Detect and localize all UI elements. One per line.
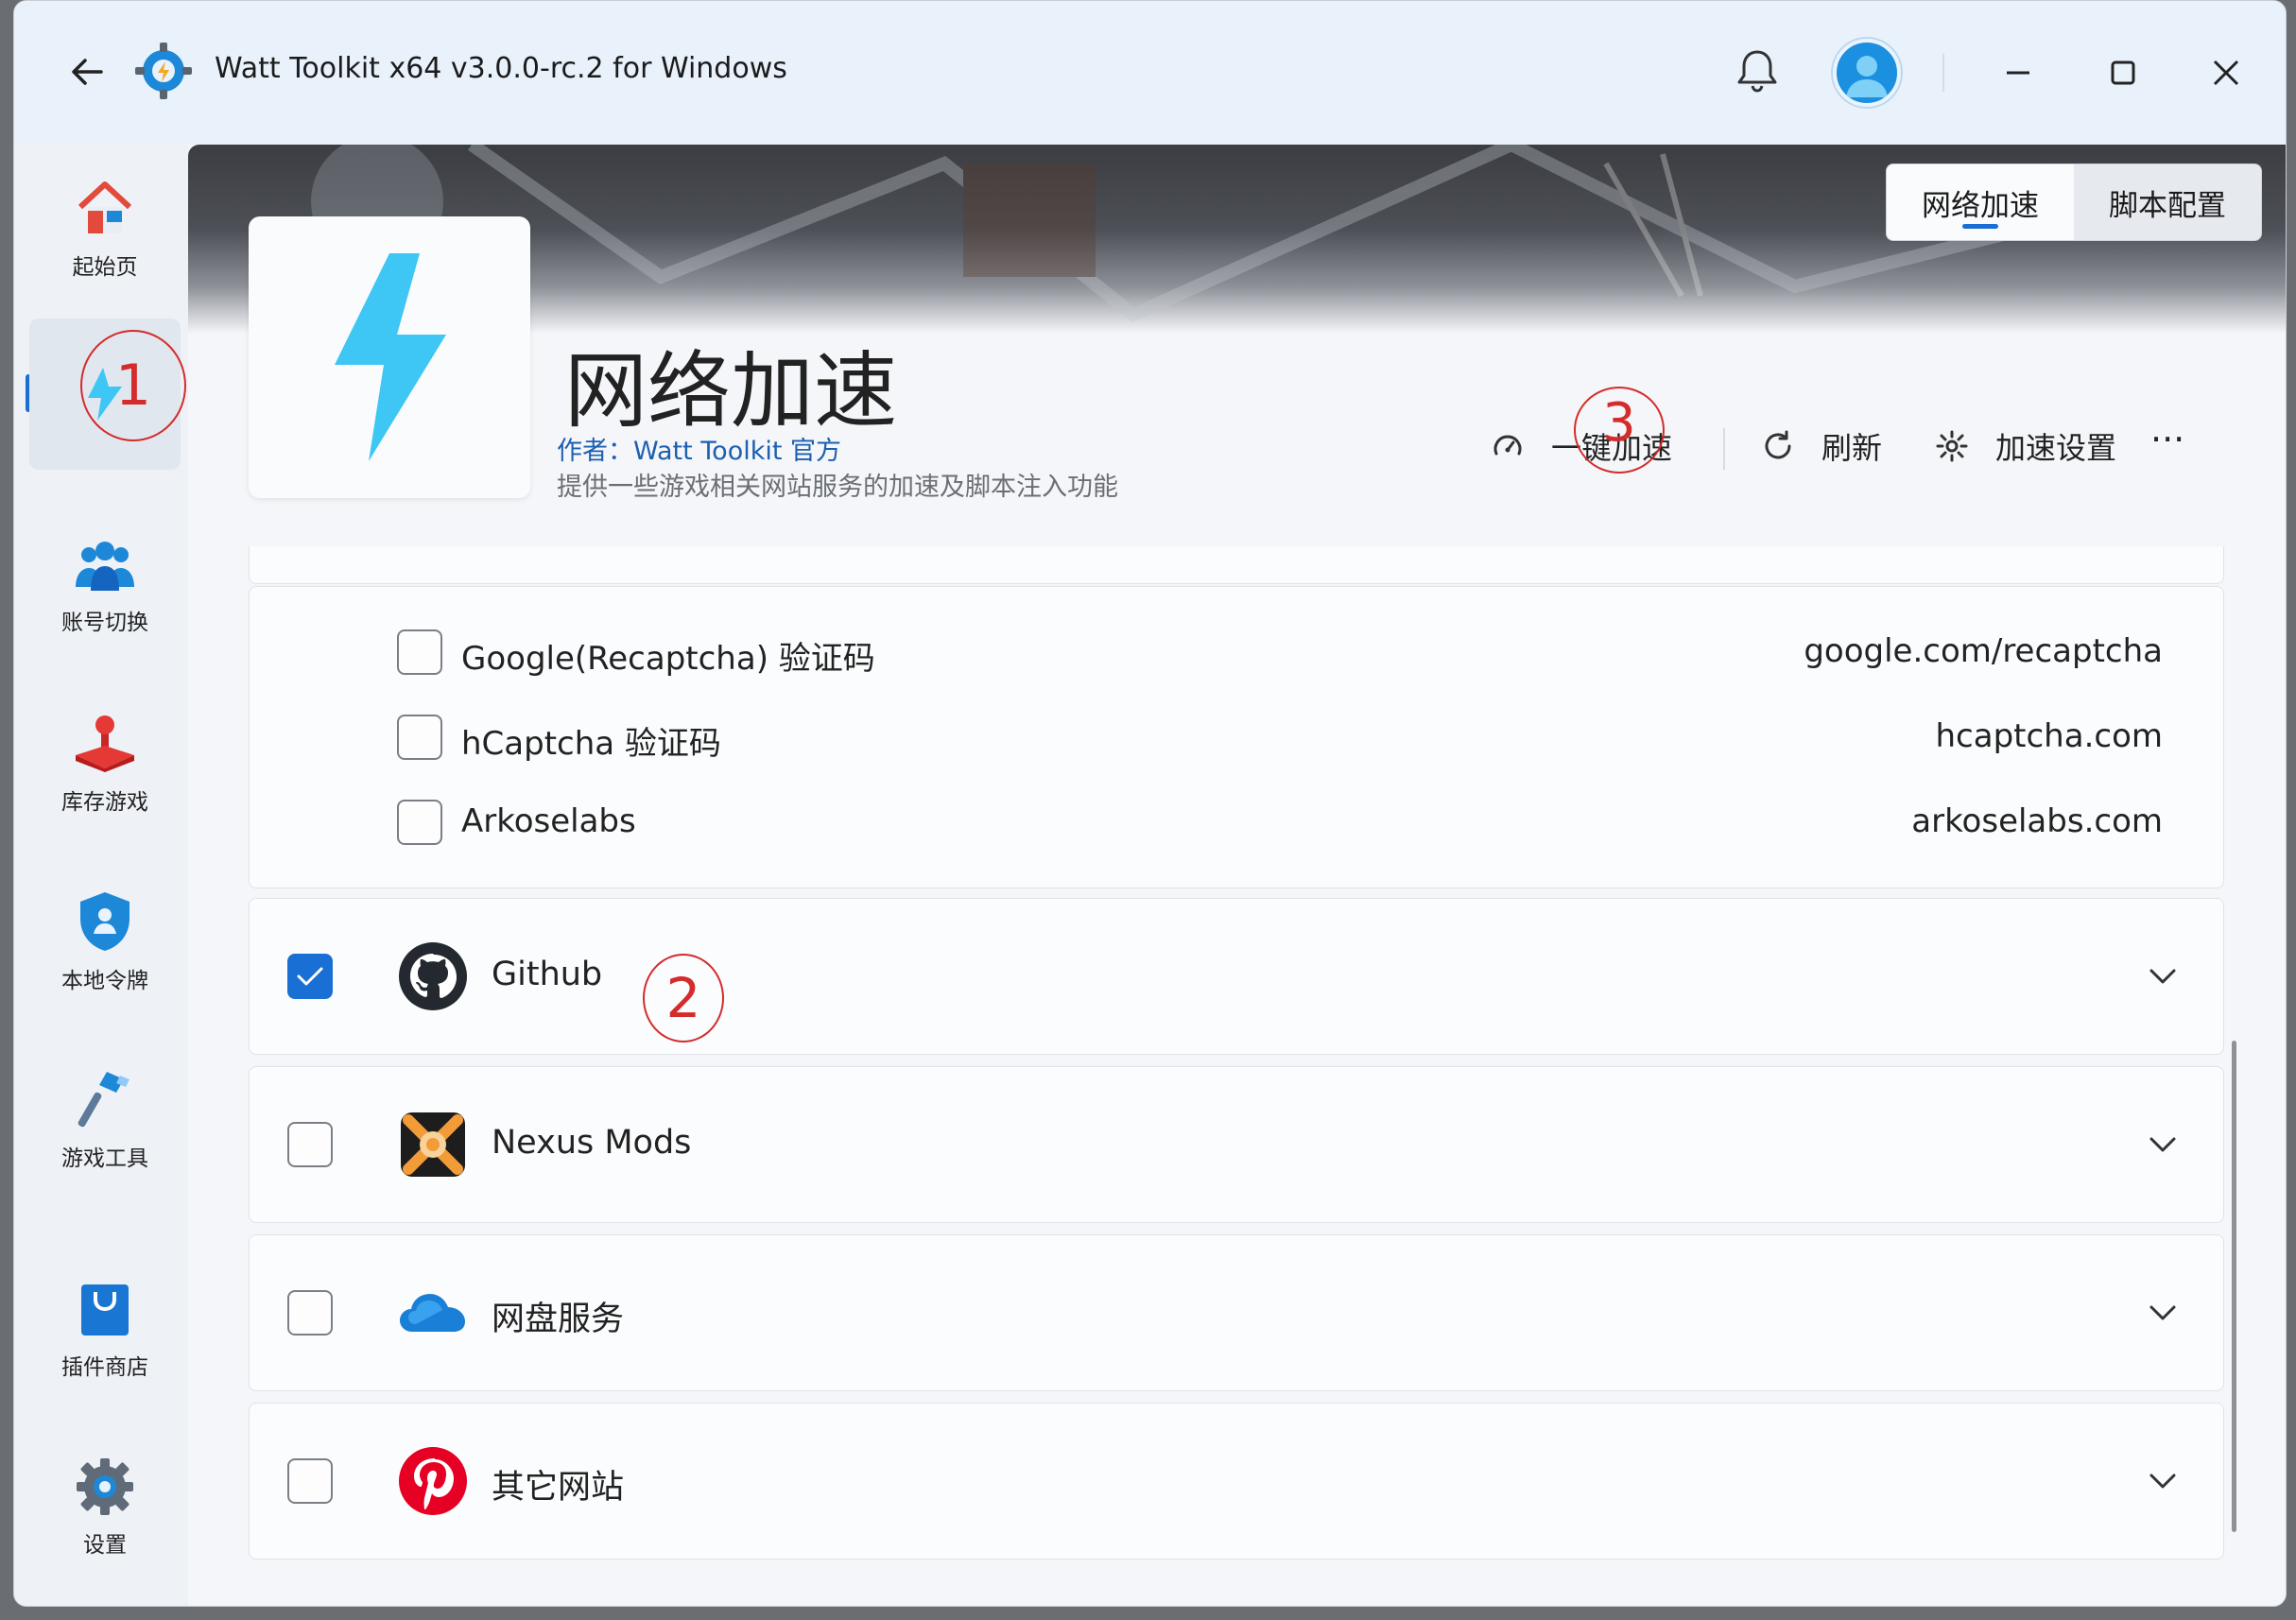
annotation-marker-1: 1 [80,330,186,441]
home-icon [78,181,132,233]
subitem-checkbox[interactable] [397,715,442,760]
users-icon [76,542,134,591]
chevron-down-icon[interactable] [2144,1126,2182,1163]
subitem-checkbox[interactable] [397,800,442,845]
list-panel-top [249,546,2224,584]
group-nexus-mods[interactable]: Nexus Mods [249,1066,2224,1223]
list-item[interactable]: Google(Recaptcha) 验证码 google.com/recaptc… [250,610,2223,695]
cloud-icon [397,1277,469,1349]
sidebar-item-label: 插件商店 [61,1355,148,1380]
subitem-name: Arkoselabs [461,802,636,840]
author-link[interactable]: 作者：Watt Toolkit 官方 [557,430,841,467]
group-checkbox[interactable] [287,1122,333,1167]
chevron-down-icon[interactable] [2144,957,2182,995]
back-button[interactable] [63,48,111,95]
annotation-marker-3: 3 [1574,387,1665,474]
group-name: Nexus Mods [492,1124,692,1162]
pinterest-icon [397,1445,469,1517]
chevron-down-icon[interactable] [2144,1294,2182,1332]
maximize-icon [2111,60,2135,85]
group-name: Github [492,956,603,993]
accelerate-settings-button[interactable]: 加速设置 [1935,424,2116,468]
subitem-host: hcaptcha.com [1935,717,2164,755]
sidebar-item-label: 起始页 [72,255,138,280]
speedometer-icon [1493,435,1522,456]
window-title: Watt Toolkit x64 v3.0.0-rc.2 for Windows [215,52,787,85]
gear-icon [77,1458,133,1515]
group-checkbox[interactable] [287,954,333,999]
more-options-button[interactable]: ··· [2150,419,2184,460]
app-window: Watt Toolkit x64 v3.0.0-rc.2 for Windows… [13,0,2287,1607]
joystick-icon [76,715,134,772]
group-github[interactable]: Github [249,898,2224,1055]
accelerate-settings-label: 加速设置 [1995,430,2117,466]
subitem-name: Google(Recaptcha) 验证码 [461,640,875,678]
plugin-icon-card [249,216,530,498]
service-list: Google(Recaptcha) 验证码 google.com/recaptc… [249,546,2224,1606]
titlebar-divider [1942,54,1944,92]
google-subitems-panel: Google(Recaptcha) 验证码 google.com/recaptc… [249,586,2224,888]
tab-network-accelerate[interactable]: 网络加速 [1887,164,2074,240]
gear-icon [1936,430,1968,462]
shield-user-icon [80,892,129,951]
maximize-button[interactable] [2084,43,2160,103]
page-description: 提供一些游戏相关网站服务的加速及脚本注入功能 [557,473,1118,502]
minimize-icon [2007,71,2029,75]
group-name: 其它网站 [492,1469,625,1507]
sidebar-item-game-tools[interactable]: 游戏工具 [29,1044,181,1196]
refresh-label: 刷新 [1821,430,1883,466]
sidebar-item-local-token[interactable]: 本地令牌 [29,867,181,1018]
sidebar-item-plugin-store[interactable]: 插件商店 [29,1254,181,1405]
subitem-checkbox[interactable] [397,629,442,675]
notification-bell-icon[interactable] [1731,44,1784,97]
group-checkbox[interactable] [287,1458,333,1504]
list-scrollbar[interactable] [2232,1041,2236,1532]
page-title: 网络加速 [564,342,898,439]
sidebar-item-label: 库存游戏 [61,790,148,815]
toolbar-divider [1723,428,1725,470]
subitem-host: google.com/recaptcha [1804,632,2163,670]
title-bar: Watt Toolkit x64 v3.0.0-rc.2 for Windows [14,1,2286,145]
subitem-host: arkoselabs.com [1911,802,2163,840]
chevron-down-icon[interactable] [2144,1462,2182,1500]
group-cloud-storage[interactable]: 网盘服务 [249,1234,2224,1391]
minimize-button[interactable] [1980,43,2056,103]
group-checkbox[interactable] [287,1290,333,1336]
sidebar-item-inventory-games[interactable]: 库存游戏 [29,689,181,840]
sidebar-item-home[interactable]: 起始页 [29,154,181,305]
lightning-icon [335,253,446,461]
store-bag-icon [81,1284,129,1336]
refresh-button[interactable]: 刷新 [1761,424,1882,468]
group-name: 网盘服务 [492,1301,625,1338]
tab-script-config[interactable]: 脚本配置 [2074,164,2261,240]
sidebar-item-label: 账号切换 [61,611,148,635]
sidebar-item-label: 设置 [83,1533,127,1558]
group-other-websites[interactable]: 其它网站 [249,1403,2224,1560]
app-logo-icon [133,41,194,101]
close-button[interactable] [2188,43,2264,103]
sidebar-item-settings[interactable]: 设置 [29,1432,181,1583]
github-icon [397,940,469,1012]
sidebar-item-label: 游戏工具 [61,1146,148,1171]
arrow-left-icon [72,59,103,85]
tab-bar: 网络加速 脚本配置 [1886,164,2262,241]
list-item[interactable]: Arkoselabs arkoselabs.com [250,780,2223,865]
sidebar-item-account-switch[interactable]: 账号切换 [29,511,181,663]
hammer-icon [78,1072,129,1128]
subitem-name: hCaptcha 验证码 [461,725,721,763]
user-avatar[interactable] [1833,39,1901,107]
user-icon [1846,56,1888,97]
checkmark-icon [297,967,323,986]
nexus-mods-icon [397,1109,469,1181]
refresh-icon [1765,430,1791,459]
close-icon [2213,60,2239,86]
main-content: 网络加速 脚本配置 网络加速 作者：Watt Toolkit 官方 提供一些游戏… [188,145,2286,1606]
list-item[interactable]: hCaptcha 验证码 hcaptcha.com [250,695,2223,780]
annotation-marker-2: 2 [643,954,724,1043]
sidebar-item-label: 本地令牌 [61,969,148,993]
